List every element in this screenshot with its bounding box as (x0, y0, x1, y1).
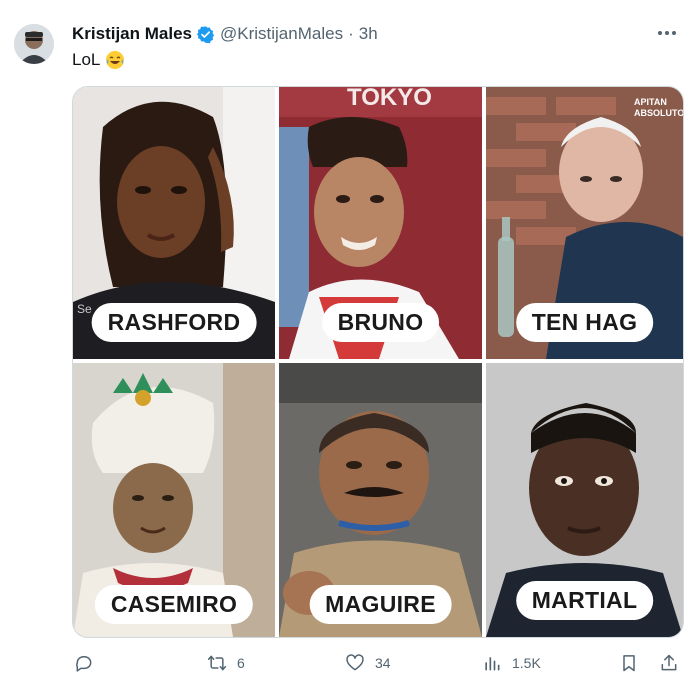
heart-icon (346, 654, 364, 671)
tweet-text: LoL (72, 50, 125, 70)
author-handle[interactable]: @KristijanMales (220, 24, 343, 44)
meme-panel-rashford: Se RASHFORD (73, 87, 275, 359)
share-button[interactable] (659, 648, 679, 678)
separator-dot: · (348, 24, 354, 43)
tweet-media[interactable]: Se RASHFORD TOKYO BRUNO APITAN ABSOLUTO … (72, 86, 684, 638)
watermark-bottom: ABSOLUTO (634, 108, 683, 118)
retweet-icon (207, 655, 227, 671)
like-button[interactable]: 34 (345, 648, 391, 678)
verified-badge-icon (196, 25, 215, 44)
watermark-top: APITAN (634, 97, 667, 107)
tweet-actions: 6 34 1.5K (72, 648, 680, 678)
views-chart-icon (485, 657, 500, 671)
bookmark-icon (623, 655, 635, 672)
views-button[interactable]: 1.5K (482, 648, 541, 678)
label-casemiro: CASEMIRO (94, 585, 254, 624)
share-icon (661, 654, 677, 671)
meme-panel-casemiro: CASEMIRO (73, 363, 275, 637)
panel-text-tokyo: TOKYO (347, 87, 432, 111)
label-ten-hag: TEN HAG (515, 303, 654, 342)
tweet-time[interactable]: 3h (359, 24, 378, 44)
label-martial: MARTIAL (515, 581, 654, 620)
avatar-image (14, 24, 54, 64)
bookmark-button[interactable] (619, 648, 639, 678)
like-count: 34 (375, 655, 391, 671)
avatar[interactable] (14, 24, 54, 64)
author-name[interactable]: Kristijan Males (72, 24, 192, 44)
label-rashford: RASHFORD (91, 303, 257, 342)
retweet-count: 6 (237, 655, 245, 671)
laughing-crying-emoji-icon (105, 50, 125, 70)
reply-icon (76, 656, 92, 672)
more-options-icon[interactable] (654, 22, 680, 44)
label-maguire: MAGUIRE (309, 585, 452, 624)
views-count: 1.5K (512, 655, 541, 671)
reply-button[interactable] (74, 648, 104, 678)
meme-panel-martial: MARTIAL (486, 363, 683, 637)
retweet-button[interactable]: 6 (207, 648, 245, 678)
meme-panel-ten-hag: APITAN ABSOLUTO TEN HAG (486, 87, 683, 359)
tweet-body: LoL (72, 50, 101, 69)
tweet-header: Kristijan Males @KristijanMales · 3h (72, 22, 680, 46)
meme-grid: Se RASHFORD TOKYO BRUNO APITAN ABSOLUTO … (73, 87, 683, 637)
svg-text:Se: Se (77, 302, 92, 316)
meme-panel-maguire: MAGUIRE (279, 363, 482, 637)
meme-panel-bruno: TOKYO BRUNO (279, 87, 482, 359)
label-bruno: BRUNO (321, 303, 440, 342)
tweet: Kristijan Males @KristijanMales · 3h LoL (0, 0, 700, 693)
